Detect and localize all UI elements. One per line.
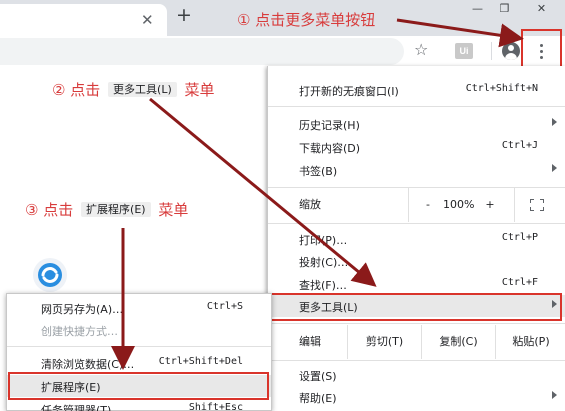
menu-item-new-incognito[interactable]: 打开新的无痕窗口(I) Ctrl+Shift+N — [268, 79, 565, 101]
menu-label: 下载内容(D) — [299, 142, 361, 155]
annotation-step3: ③ 点击 扩展程序(E) 菜单 — [25, 199, 188, 220]
paste-button[interactable]: 粘贴(P) — [496, 325, 565, 359]
edit-label: 编辑 — [299, 335, 321, 348]
active-tab[interactable]: ✕ — [0, 4, 167, 36]
menu-divider — [268, 223, 565, 224]
fullscreen-icon[interactable] — [530, 199, 544, 211]
zoom-value: 100% — [443, 198, 475, 211]
menu-zoom-row: 缩放 - 100% + — [268, 188, 565, 222]
star-icon[interactable]: ☆ — [414, 40, 428, 59]
menu-item-more-tools[interactable]: 更多工具(L) — [268, 295, 565, 317]
menu-item-find[interactable]: 查找(F)… Ctrl+F — [268, 273, 565, 295]
menu-shortcut: Ctrl+J — [501, 140, 538, 151]
menu-label: 打印(P)… — [299, 234, 348, 247]
menu-item-help[interactable]: 帮助(E) — [268, 386, 565, 408]
tab-close-icon[interactable]: ✕ — [141, 11, 154, 29]
menu-item-bookmarks[interactable]: 书签(B) — [268, 159, 565, 181]
step-text: 菜单 — [184, 81, 215, 99]
zoom-label: 缩放 — [299, 198, 321, 211]
restore-icon[interactable]: ❐ — [493, 0, 516, 18]
submenu-label: 任务管理器(T) — [41, 404, 112, 411]
menu-item-print[interactable]: 打印(P)… Ctrl+P — [268, 228, 565, 250]
submenu-label: 网页另存为(A)… — [41, 303, 124, 316]
minimize-icon[interactable]: — — [466, 0, 489, 18]
submenu-item-save-as[interactable]: 网页另存为(A)… Ctrl+S — [7, 297, 271, 319]
kebab-menu-icon[interactable] — [532, 40, 552, 62]
submenu-divider — [7, 346, 271, 347]
step-number: ② — [52, 81, 66, 99]
submenu-shortcut: Ctrl+S — [206, 301, 243, 312]
step-number: ① — [237, 11, 251, 29]
menu-label: 设置(S) — [299, 370, 337, 383]
menu-divider — [268, 323, 565, 324]
step-text: 菜单 — [158, 201, 189, 219]
more-tools-submenu: 网页另存为(A)… Ctrl+S 创建快捷方式… 清除浏览数据(C)… Ctrl… — [6, 293, 272, 411]
extension-icon[interactable]: Ui — [455, 43, 473, 59]
menu-label: 投射(C)… — [299, 256, 349, 269]
chrome-main-menu: 打开新的无痕窗口(I) Ctrl+Shift+N 历史记录(H) 下载内容(D)… — [267, 66, 565, 411]
menu-label: 更多工具(L) — [299, 301, 358, 314]
menu-item-cast[interactable]: 投射(C)… — [268, 250, 565, 272]
address-bar[interactable] — [0, 38, 404, 65]
window-close-icon[interactable]: ✕ — [530, 0, 553, 18]
submenu-label: 扩展程序(E) — [41, 381, 101, 394]
toolbar-separator — [491, 42, 492, 60]
toolbar — [0, 36, 565, 66]
submenu-shortcut: Shift+Esc — [188, 402, 243, 411]
menu-edit-row: 编辑 剪切(T) 复制(C) 粘贴(P) — [268, 325, 565, 359]
step-number: ③ — [25, 201, 39, 219]
step-chip: 更多工具(L) — [108, 82, 177, 97]
menu-shortcut: Ctrl+Shift+N — [465, 83, 538, 94]
submenu-shortcut: Ctrl+Shift+Del — [158, 356, 243, 367]
step-chip: 扩展程序(E) — [81, 202, 151, 217]
submenu-arrow-icon — [552, 391, 557, 399]
menu-item-downloads[interactable]: 下载内容(D) Ctrl+J — [268, 136, 565, 158]
menu-item-history[interactable]: 历史记录(H) — [268, 113, 565, 135]
annotation-step2: ② 点击 更多工具(L) 菜单 — [52, 79, 215, 100]
zoom-in-button[interactable]: + — [478, 188, 502, 222]
submenu-item-task-manager[interactable]: 任务管理器(T) Shift+Esc — [7, 398, 271, 411]
submenu-item-create-shortcut: 创建快捷方式… — [7, 319, 271, 341]
menu-label: 打开新的无痕窗口(I) — [299, 85, 399, 98]
avatar-icon[interactable] — [502, 42, 520, 60]
menu-label: 帮助(E) — [299, 392, 337, 405]
cut-button[interactable]: 剪切(T) — [348, 325, 421, 359]
menu-divider — [268, 360, 565, 361]
copy-button[interactable]: 复制(C) — [422, 325, 495, 359]
step-text: 点击 — [43, 201, 74, 219]
menu-label: 历史记录(H) — [299, 119, 360, 132]
submenu-item-clear-data[interactable]: 清除浏览数据(C)… Ctrl+Shift+Del — [7, 352, 271, 374]
menu-label: 书签(B) — [299, 165, 338, 178]
menu-item-settings[interactable]: 设置(S) — [268, 364, 565, 386]
menu-label: 查找(F)… — [299, 279, 347, 292]
page-logo-icon — [33, 258, 67, 292]
menu-divider — [268, 106, 565, 107]
menu-shortcut: Ctrl+F — [501, 277, 538, 288]
step-text: 点击更多菜单按钮 — [255, 11, 376, 29]
menu-shortcut: Ctrl+P — [501, 232, 538, 243]
submenu-label: 创建快捷方式… — [41, 325, 118, 338]
submenu-arrow-icon — [552, 300, 557, 308]
step-text: 点击 — [70, 81, 101, 99]
annotation-step1: ① 点击更多菜单按钮 — [237, 9, 375, 30]
submenu-item-extensions[interactable]: 扩展程序(E) — [7, 375, 271, 397]
submenu-arrow-icon — [552, 118, 557, 126]
submenu-label: 清除浏览数据(C)… — [41, 358, 135, 371]
zoom-divider — [514, 188, 515, 222]
submenu-arrow-icon — [552, 164, 557, 172]
new-tab-icon[interactable]: + — [176, 4, 192, 26]
zoom-out-button[interactable]: - — [409, 188, 447, 222]
